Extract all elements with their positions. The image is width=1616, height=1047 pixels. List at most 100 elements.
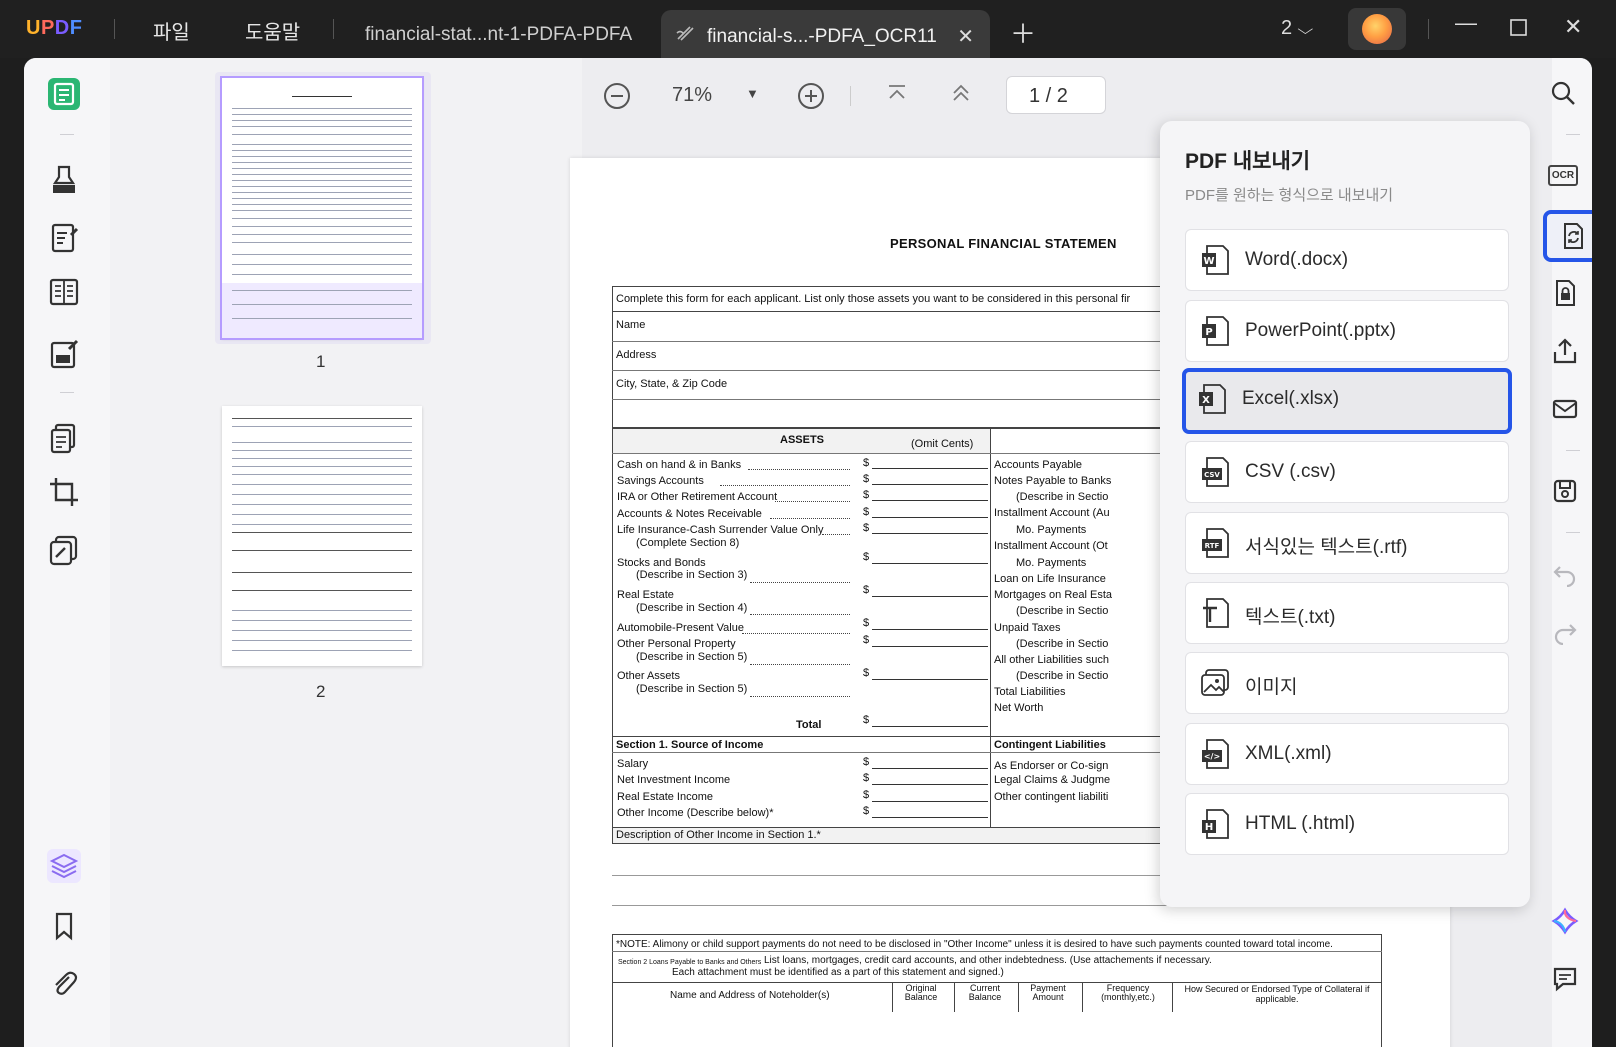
divider	[1428, 19, 1429, 39]
thumbnail-page-1[interactable]	[220, 76, 424, 340]
attachment-button[interactable]	[44, 964, 84, 1004]
row-divider	[612, 951, 1382, 952]
zoom-out-button[interactable]	[604, 83, 630, 109]
user-avatar[interactable]	[1348, 8, 1406, 50]
export-option-label: CSV (.csv)	[1245, 461, 1336, 482]
share-button[interactable]	[1548, 334, 1582, 368]
menu-file[interactable]: 파일	[153, 16, 190, 45]
redo-button[interactable]	[1548, 614, 1582, 648]
tab-document-2[interactable]: financial-s...-PDFA_OCR11 ✕	[661, 10, 990, 58]
new-tab-button[interactable]: ＋	[1010, 14, 1036, 51]
edit-tool-button[interactable]	[44, 218, 84, 258]
ocr-button[interactable]: OCR	[1546, 158, 1580, 192]
liability-label: Notes Payable to Banks	[994, 475, 1112, 487]
export-panel-title: PDF 내보내기	[1185, 150, 1311, 173]
export-html-button[interactable]: H HTML (.html)	[1185, 793, 1509, 855]
asset-label: IRA or Other Retirement Account	[617, 491, 778, 503]
csv-icon: CSV	[1202, 457, 1229, 487]
rtf-icon: RTF	[1202, 528, 1229, 558]
export-txt-button[interactable]: 텍스트(.txt)	[1185, 582, 1509, 644]
liability-label: Mortgages on Real Esta	[994, 589, 1113, 601]
ai-assistant-button[interactable]	[1548, 904, 1582, 938]
asset-label: Life Insurance-Cash Surrender Value Only	[617, 524, 824, 536]
asset-label: Stocks and Bonds	[617, 557, 706, 569]
bookmark-button[interactable]	[44, 906, 84, 946]
amount-line	[872, 484, 988, 485]
section1-title: Section 1. Source of Income	[616, 739, 764, 751]
zoom-dropdown-icon[interactable]: ▼	[746, 86, 759, 101]
export-word-button[interactable]: W Word(.docx)	[1185, 229, 1509, 291]
amount-line	[872, 533, 988, 534]
close-window-button[interactable]: ✕	[1564, 14, 1582, 40]
export-rtf-button[interactable]: RTF 서식있는 텍스트(.rtf)	[1185, 512, 1509, 574]
left-toolbar	[24, 58, 110, 1047]
table-header: How Secured or Endorsed Type of Collater…	[1184, 984, 1370, 1004]
comment-tool-button[interactable]	[44, 160, 84, 200]
protect-button[interactable]	[1548, 276, 1582, 310]
table-header: Name and Address of Noteholder(s)	[670, 990, 830, 1001]
tab-count-dropdown[interactable]: 2 ⌵	[1281, 17, 1314, 40]
save-icon	[1553, 479, 1577, 503]
tab-document-1[interactable]: financial-stat...nt-1-PDFA-PDFA	[351, 10, 651, 58]
dollar-sign: $	[863, 584, 870, 596]
section2-small-label: Section 2 Loans Payable to Banks and Oth…	[618, 959, 762, 966]
export-option-label: PowerPoint(.pptx)	[1245, 320, 1397, 341]
title-bar: UPDF 파일 도움말 financial-stat...nt-1-PDFA-P…	[0, 0, 1616, 58]
leader-dots	[770, 518, 850, 519]
income-label: Real Estate Income	[617, 791, 713, 803]
layers-button[interactable]	[44, 846, 84, 886]
export-option-label: XML(.xml)	[1245, 743, 1332, 764]
table-divider	[1082, 982, 1083, 1012]
email-button[interactable]	[1548, 392, 1582, 426]
menu-help[interactable]: 도움말	[245, 16, 300, 45]
form-tool-button[interactable]	[44, 334, 84, 374]
page-tools-button[interactable]	[44, 418, 84, 458]
first-page-button[interactable]	[886, 82, 908, 110]
table-divider	[954, 982, 955, 1012]
protect-tool-button[interactable]	[44, 530, 84, 570]
undo-button[interactable]	[1548, 556, 1582, 590]
previous-page-button[interactable]	[950, 82, 972, 110]
maximize-button[interactable]	[1510, 17, 1528, 43]
table-header: Current Balance	[968, 983, 1002, 1002]
export-xml-button[interactable]: </> XML(.xml)	[1185, 723, 1509, 785]
bookmark-icon	[55, 912, 73, 941]
zoom-in-button[interactable]	[798, 83, 824, 109]
export-pdf-button[interactable]	[1543, 210, 1592, 262]
close-tab-icon[interactable]: ✕	[957, 24, 974, 49]
dollar-sign: $	[863, 457, 870, 469]
leader-dots	[750, 614, 850, 615]
dollar-sign: $	[863, 551, 870, 563]
export-powerpoint-button[interactable]: P PowerPoint(.pptx)	[1185, 300, 1509, 362]
reader-mode-button[interactable]	[44, 74, 84, 114]
divider	[60, 134, 74, 135]
asset-label: Other Assets	[617, 670, 680, 682]
page-number-input[interactable]: 1 / 2	[1006, 76, 1106, 114]
crop-tool-button[interactable]	[44, 472, 84, 512]
liability-label: Installment Account (Au	[994, 507, 1110, 519]
minimize-button[interactable]: —	[1455, 10, 1477, 36]
amount-line	[872, 563, 988, 564]
export-excel-button[interactable]: X Excel(.xlsx)	[1182, 368, 1512, 434]
thumbnail-page-2[interactable]	[222, 406, 422, 666]
export-panel-subtitle: PDF를 원하는 형식으로 내보내기	[1185, 187, 1394, 204]
export-image-button[interactable]: 이미지	[1185, 652, 1509, 714]
dollar-sign: $	[863, 756, 870, 768]
asset-label: Automobile-Present Value	[617, 622, 744, 634]
zoom-level[interactable]: 71%	[672, 84, 712, 107]
table-header: Payment Amount	[1030, 983, 1066, 1002]
save-button[interactable]	[1548, 474, 1582, 508]
export-csv-button[interactable]: CSV CSV (.csv)	[1185, 441, 1509, 503]
liability-label: Mo. Payments	[1016, 557, 1087, 569]
chevron-down-icon: ⌵	[1297, 21, 1314, 37]
undo-icon	[1553, 566, 1576, 587]
html-icon: H	[1202, 809, 1229, 839]
contingent-label: Legal Claims & Judgme	[994, 774, 1111, 786]
dollar-sign: $	[863, 667, 870, 679]
field-address: Address	[616, 349, 657, 361]
double-chevron-up-icon	[953, 84, 969, 101]
organize-tool-button[interactable]	[44, 272, 84, 312]
export-option-label: HTML (.html)	[1245, 813, 1356, 834]
comments-panel-button[interactable]	[1548, 962, 1582, 996]
search-button[interactable]	[1546, 76, 1580, 110]
